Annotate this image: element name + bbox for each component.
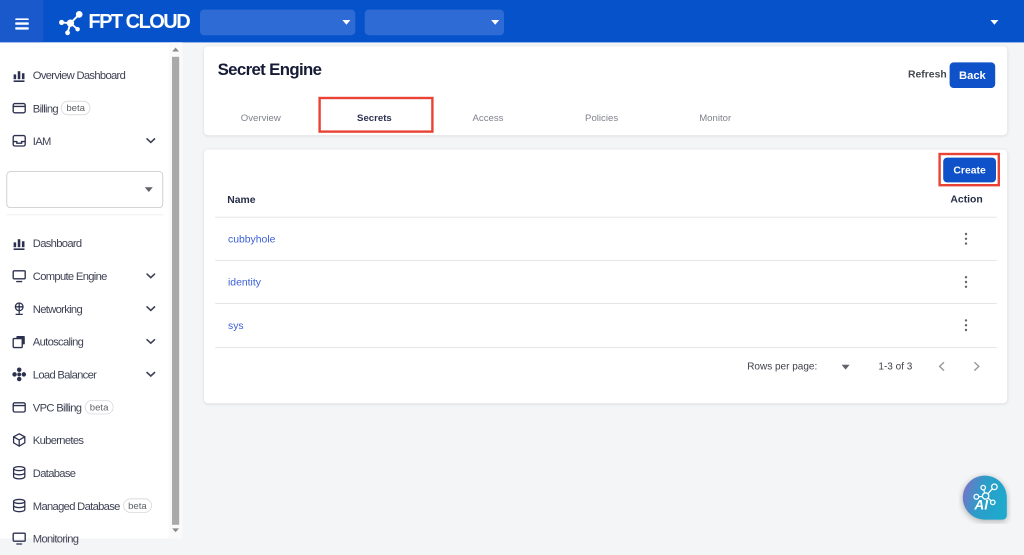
svg-text:AI: AI (973, 498, 989, 513)
